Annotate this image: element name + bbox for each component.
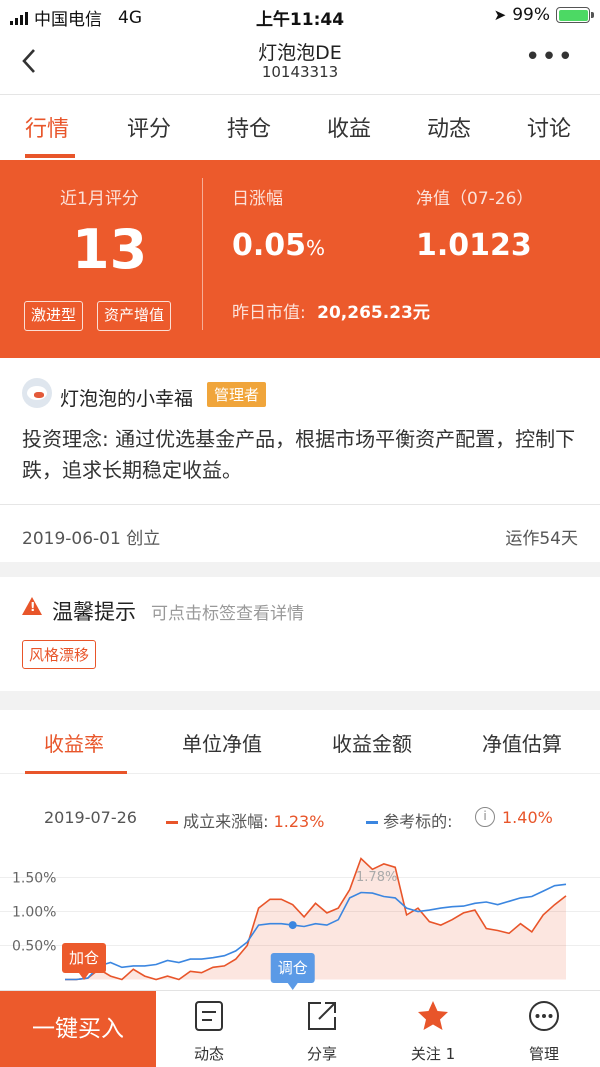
divider <box>202 178 203 330</box>
chart-tab-indicator <box>25 771 127 774</box>
tab-returns[interactable]: 收益 <box>327 111 371 143</box>
daily-change-value: 0.05% <box>232 228 326 263</box>
peak-annotation: 1.78% <box>356 870 397 885</box>
svg-text:加仓: 加仓 <box>69 949 99 967</box>
document-icon <box>195 1001 223 1031</box>
tab-activity[interactable]: 动态 <box>427 111 471 143</box>
nav-value: 1.0123 <box>416 228 532 263</box>
share-icon <box>308 1002 336 1030</box>
manager-nickname[interactable]: 灯泡泡的小幸福 <box>60 384 193 411</box>
investment-philosophy: 投资理念: 通过优选基金产品，根据市场平衡资产配置，控制下跌，追求长期稳定收益。 <box>22 427 576 482</box>
legend-date: 2019-07-26 <box>44 808 137 827</box>
location-icon: ➤ <box>493 6 507 24</box>
portfolio-meta: 2019-06-01 创立 运作54天 <box>0 504 600 562</box>
notice-title: 温馨提示 <box>52 600 136 624</box>
notice-hint: 可点击标签查看详情 <box>151 604 304 624</box>
role-badge: 管理者 <box>207 382 267 407</box>
page-title: 灯泡泡DE <box>258 42 342 64</box>
tab-market[interactable]: 行情 <box>25 111 69 143</box>
portfolio-code: 10143313 <box>261 63 339 81</box>
risk-type-tag[interactable]: 激进型 <box>24 301 84 331</box>
activity-button[interactable]: 动态 <box>164 991 254 1067</box>
rebalance-badge[interactable]: 调仓 <box>270 953 315 990</box>
manager-card: 灯泡泡的小幸福 管理者 投资理念: 通过优选基金产品，根据市场平衡资产配置，控制… <box>0 358 600 504</box>
chart-tab-bar: 收益率 单位净值 收益金额 净值估算 <box>0 710 600 774</box>
status-bar: 中国电信 4G 上午11:44 ➤ 99% <box>0 0 600 30</box>
legend-series2-value: 1.40% <box>502 808 553 827</box>
y-tick-label: 1.00% <box>12 905 56 921</box>
battery-percent: 99% <box>512 5 550 25</box>
share-label: 分享 <box>306 1045 337 1063</box>
active-tab-indicator <box>25 154 75 158</box>
tab-holdings[interactable]: 持仓 <box>227 111 271 143</box>
more-icon[interactable]: ••• <box>525 42 574 72</box>
bottom-action-bar: 一键买入 动态 分享 关注 1 管理 <box>0 990 600 1067</box>
avatar[interactable] <box>22 378 52 408</box>
legend-series1: 成立来涨幅: 1.23% <box>166 808 324 832</box>
legend-series2: 参考标的: <box>366 808 453 832</box>
notice-card: 温馨提示 可点击标签查看详情 风格漂移 <box>0 577 600 691</box>
share-button[interactable]: 分享 <box>277 991 367 1067</box>
manage-button[interactable]: 管理 <box>499 991 589 1067</box>
tab-bar: 行情 评分 持仓 收益 动态 讨论 <box>0 94 600 160</box>
style-drift-tag[interactable]: 风格漂移 <box>22 640 97 669</box>
activity-label: 动态 <box>193 1045 224 1063</box>
tab-score[interactable]: 评分 <box>127 111 171 143</box>
score-label: 近1月评分 <box>60 189 139 209</box>
manage-label: 管理 <box>528 1045 559 1063</box>
chart-tab-nav-estimate[interactable]: 净值估算 <box>482 728 562 757</box>
svg-text:调仓: 调仓 <box>278 959 308 977</box>
info-icon[interactable]: i <box>475 807 495 827</box>
warning-icon <box>22 597 42 615</box>
running-days: 运作54天 <box>505 529 578 549</box>
market-value: 昨日市值: 20,265.23元 <box>232 303 430 323</box>
nav-label: 净值（07-26） <box>416 189 534 209</box>
chart-tab-unit-nav[interactable]: 单位净值 <box>182 728 262 757</box>
more-circle-icon <box>529 1001 559 1031</box>
y-tick-label: 1.50% <box>12 871 56 887</box>
score-value: 13 <box>72 218 148 281</box>
follow-label: 关注 1 <box>410 1045 456 1063</box>
daily-change-label: 日涨幅 <box>232 189 283 209</box>
tab-discussion[interactable]: 讨论 <box>527 111 571 143</box>
y-tick-label: 0.50% <box>12 939 56 955</box>
star-icon <box>418 1001 448 1030</box>
rebalance-marker[interactable] <box>288 921 297 930</box>
asset-growth-tag[interactable]: 资产增值 <box>97 301 172 331</box>
follow-button[interactable]: 关注 1 <box>388 991 478 1067</box>
chart-tab-return-amount[interactable]: 收益金额 <box>332 728 412 757</box>
series-area-return <box>65 858 566 980</box>
chart-tab-return-rate[interactable]: 收益率 <box>44 728 104 757</box>
return-chart[interactable]: 1.50% 1.00% 0.50% 1.78% 加仓调仓 <box>0 850 600 990</box>
battery-icon <box>556 7 594 23</box>
summary-panel: 近1月评分 13 激进型 资产增值 日涨幅 0.05% 净值（07-26） 1.… <box>0 160 600 358</box>
buy-button[interactable]: 一键买入 <box>0 991 156 1067</box>
nav-bar: 灯泡泡DE 10143313 ••• <box>0 30 600 94</box>
founded-date: 2019-06-01 创立 <box>22 529 161 549</box>
